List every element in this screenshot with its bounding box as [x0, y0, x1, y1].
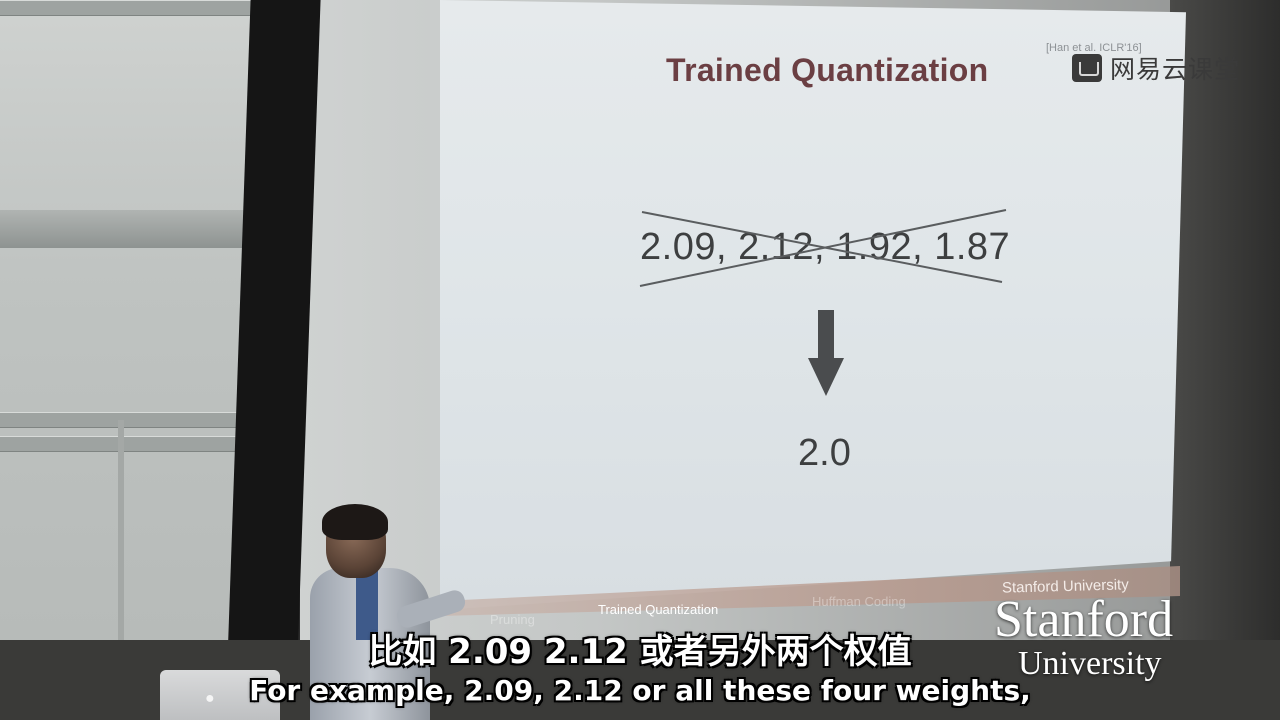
- footer-tab-huffman-coding: Huffman Coding: [812, 594, 906, 609]
- subtitle-chinese: 比如 2.09 2.12 或者另外两个权值: [368, 632, 912, 672]
- wall-panel: [0, 0, 258, 16]
- subtitle-english: For example, 2.09, 2.12 or all these fou…: [249, 674, 1031, 707]
- lecture-video-frame: Trained Quantization [Han et al. ICLR'16…: [0, 0, 1280, 720]
- quantized-value: 2.0: [798, 432, 851, 474]
- screen-edge-shadow: [1170, 0, 1280, 640]
- slide-title: Trained Quantization: [666, 52, 989, 88]
- wall-panel: [0, 412, 258, 428]
- video-course-icon: [1072, 54, 1102, 82]
- wall-panel: [0, 436, 258, 452]
- footer-tab-trained-quantization: Trained Quantization: [598, 602, 719, 617]
- watermark-text: 网易云课堂: [1110, 55, 1241, 84]
- strike-cross: [639, 209, 1007, 287]
- lecturer-hair: [322, 504, 388, 540]
- arrow-down-icon: [808, 310, 844, 396]
- wall-rail: [0, 210, 258, 248]
- classroom-wall: [0, 0, 260, 720]
- netease-watermark: 网易云课堂: [1072, 50, 1240, 86]
- projected-slide: [440, 0, 1186, 610]
